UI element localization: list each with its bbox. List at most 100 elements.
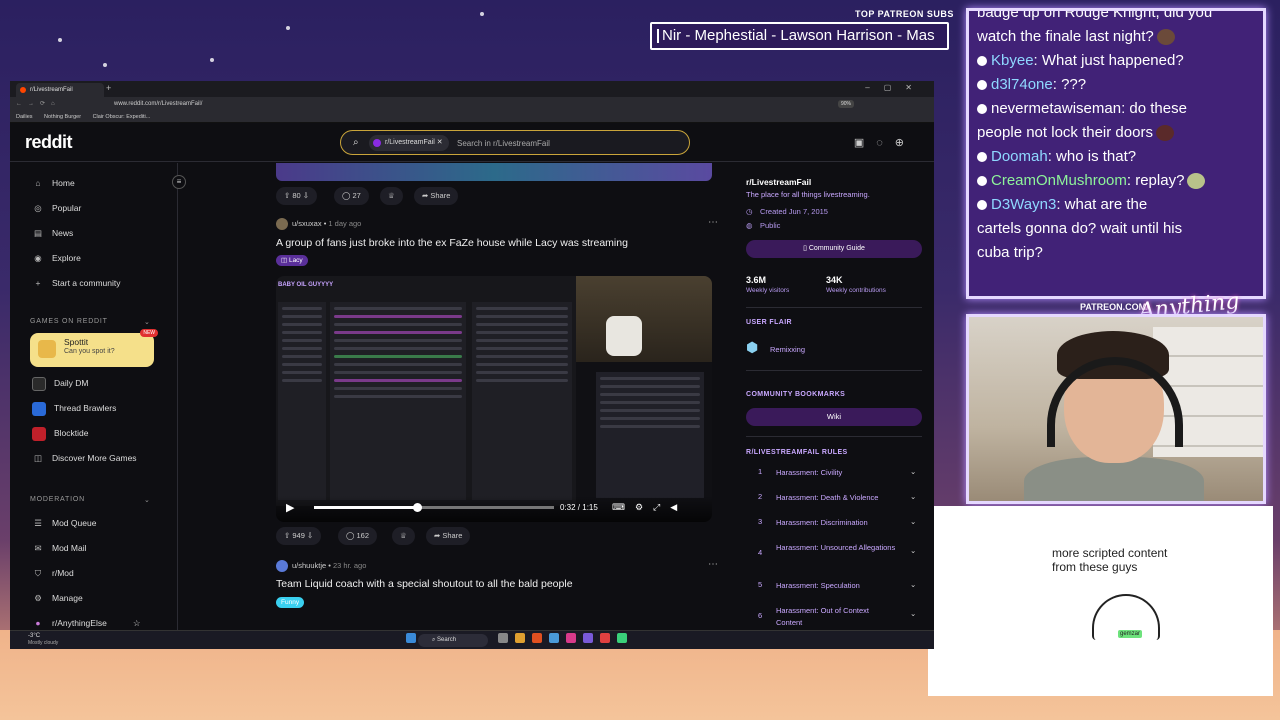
shield-icon: ⛉ (34, 568, 42, 578)
post-author[interactable]: u/sxuxax (292, 219, 322, 228)
chat-message: Kbyee: What just happened? (977, 49, 1255, 73)
taskbar-app-icon[interactable] (600, 633, 610, 643)
chevron-down-icon: ⌄ (144, 497, 151, 504)
more-options-icon[interactable]: ⋯ (708, 559, 718, 570)
award-button[interactable]: ♕ (380, 187, 403, 205)
chat-badge-icon (977, 56, 987, 67)
rule-item[interactable]: 3 Harassment: Discrimination ⌄ (746, 517, 922, 531)
search-subreddit-chip[interactable]: r/LivestreamFail ✕ (369, 135, 449, 151)
games-section-header[interactable]: GAMES ON REDDIT ⌄ (30, 318, 150, 326)
award-button[interactable]: ♕ (392, 527, 415, 545)
sidebar-toggle-icon[interactable]: ≡ (172, 175, 186, 189)
zoom-badge[interactable]: 90% (838, 100, 855, 108)
more-options-icon[interactable]: ⋯ (708, 217, 718, 228)
video-control-icons[interactable]: ⌨⚙⤢◀ (612, 502, 687, 513)
taskbar-search[interactable]: ⌕ Search (418, 634, 488, 647)
post-title[interactable]: Team Liquid coach with a special shoutou… (276, 578, 573, 590)
video-dashboard-column (278, 302, 326, 500)
sidebar-item-start-community[interactable]: + Start a community (32, 275, 121, 291)
bookmark[interactable]: Dailies (16, 114, 33, 120)
sidebar-item-explore[interactable]: ◉ Explore (32, 250, 81, 266)
chevron-down-icon: ⌄ (910, 467, 917, 476)
new-tab-icon[interactable]: + (106, 83, 111, 93)
windows-start-icon[interactable] (406, 633, 416, 643)
post-flair[interactable]: Funny (276, 597, 305, 608)
video-chair (606, 316, 642, 356)
subreddit-name[interactable]: r/LivestreamFail (746, 177, 811, 187)
previous-post-image[interactable] (276, 163, 712, 181)
sidebar-manage[interactable]: ⚙ Manage (32, 590, 83, 606)
plus-icon: + (35, 278, 41, 288)
video-seekbar[interactable] (314, 503, 554, 512)
vote-button[interactable]: ⇧ 80 ⇩ (276, 187, 318, 205)
browser-tab[interactable]: r/LivestreamFail (16, 83, 104, 97)
sidebar-item-home[interactable]: ⌂ Home (32, 175, 74, 191)
sidebar-game-thread-brawlers[interactable]: Thread Brawlers (32, 400, 116, 416)
window-controls[interactable]: –▢✕ (865, 83, 926, 92)
taskbar-app-icon[interactable] (583, 633, 593, 643)
comments-button[interactable]: ◯ 162 (338, 527, 377, 545)
chat-username: CreamOnMushroom (991, 172, 1127, 189)
nav-arrows-icon[interactable]: ←→⟳⌂ (16, 97, 61, 111)
chat-message: cuba trip? (977, 241, 1255, 265)
community-guide-button[interactable]: ▯ Community Guide (746, 240, 922, 258)
chat-text: do these (1129, 100, 1187, 117)
comments-button[interactable]: ◯ 27 (334, 187, 369, 205)
chat-message: Doomah: who is that? (977, 145, 1255, 169)
sidebar-discover-games[interactable]: ◫ Discover More Games (32, 450, 137, 466)
post-meta: u/sxuxax • 1 day ago (276, 218, 361, 230)
reddit-logo[interactable]: reddit (25, 132, 73, 153)
sidebar-item-popular[interactable]: ◎ Popular (32, 200, 81, 216)
note-badge: gemzar (1118, 630, 1143, 638)
post-title[interactable]: A group of fans just broke into the ex F… (276, 237, 628, 249)
search-input[interactable]: ⌕ r/LivestreamFail ✕ Search in r/Livestr… (340, 130, 690, 155)
header-icons[interactable]: ▣◌⊕ (854, 136, 916, 149)
user-flair[interactable]: ⬢ Remixxing (746, 339, 805, 356)
chat-text: what are the (1064, 196, 1148, 213)
sidebar-game-daily-dm[interactable]: Daily DM (32, 375, 88, 391)
sidebar-mod-queue[interactable]: ☰ Mod Queue (32, 515, 96, 531)
video-dashboard-frame: BABY OIL GUYYYY (276, 276, 576, 506)
reddit-header: reddit ⌕ r/LivestreamFail ✕ Search in r/… (10, 124, 934, 162)
visibility: ◍ Public (746, 221, 781, 230)
rule-item[interactable]: 5 Harassment: Speculation ⌄ (746, 580, 922, 594)
bookmark[interactable]: Clair Obscur: Expediti... (93, 114, 151, 120)
rule-item[interactable]: 2 Harassment: Death & Violence ⌄ (746, 492, 922, 506)
seek-handle[interactable] (413, 503, 423, 512)
chat-username: d3l74one (991, 76, 1053, 93)
wiki-button[interactable]: Wiki (746, 408, 922, 426)
url-field[interactable]: www.reddit.com/r/LivestreamFail/ (114, 97, 202, 111)
taskbar-app-icon[interactable] (617, 633, 627, 643)
video-time: 0:32 / 1:15 (560, 503, 598, 512)
sidebar-mod-mail[interactable]: ✉ Mod Mail (32, 540, 86, 556)
gear-icon: ⚙ (34, 593, 42, 603)
chat-emote-icon (1156, 29, 1175, 46)
taskbar-app-icon[interactable] (549, 633, 559, 643)
explore-icon: ◉ (34, 253, 42, 263)
post-author[interactable]: u/shuuktje (292, 561, 326, 570)
folder-icon[interactable] (515, 633, 525, 643)
video-player[interactable]: BABY OIL GUYYYY ▶ 0:32 / 1:15 ⌨⚙⤢◀ (276, 276, 712, 522)
taskbar-app-icon[interactable] (566, 633, 576, 643)
play-icon[interactable]: ▶ (286, 501, 294, 514)
sidebar-item-news[interactable]: ▤ News (32, 225, 73, 241)
share-button[interactable]: ➦ Share (414, 187, 459, 205)
video-dashboard-column (330, 302, 466, 500)
sidebar-r-mod[interactable]: ⛉ r/Mod (32, 565, 74, 581)
taskbar-app-icon[interactable] (498, 633, 508, 643)
post-flair[interactable]: ◫ Lacy (276, 255, 308, 266)
rule-item[interactable]: 1 Harassment: Civility ⌄ (746, 467, 922, 481)
moderation-section-header[interactable]: MODERATION ⌄ (30, 496, 150, 504)
taskbar-app-icon[interactable] (532, 633, 542, 643)
rule-item[interactable]: 4 Harassment: Unsourced Allegations ⌄ (746, 542, 922, 568)
spottit-card[interactable]: Spottit Can you spot it? NEW (30, 329, 158, 367)
contributions-count: 34K (826, 275, 843, 285)
sidebar-game-blocktide[interactable]: Blocktide (32, 425, 89, 441)
sidebar-r-anythingelse[interactable]: ● r/AnythingElse ☆ (32, 615, 140, 631)
rule-item[interactable]: 6 Harassment: Out of Context Content ⌄ (746, 605, 922, 631)
share-button[interactable]: ➦ Share (426, 527, 471, 545)
bookmark[interactable]: Nothing Burger (44, 114, 81, 120)
weather-widget[interactable]: -3°C Mostly cloudy (28, 633, 58, 647)
chevron-down-icon: ⌄ (910, 517, 917, 526)
vote-button[interactable]: ⇧ 949 ⇩ (276, 527, 322, 545)
